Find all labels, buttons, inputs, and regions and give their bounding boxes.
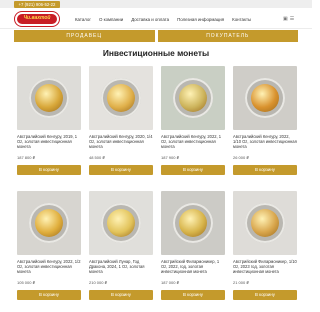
coin-icon	[101, 78, 141, 118]
product-name[interactable]: Австралийский Кенгуру, 2022, 1/10 Oz, зо…	[233, 134, 297, 150]
logo-text: Чи.вахтой	[23, 15, 51, 21]
add-to-cart-button[interactable]: В корзину	[89, 165, 153, 175]
menu-icon[interactable]: ☰	[290, 17, 294, 22]
coin-face	[251, 209, 279, 237]
product-name[interactable]: Австрийский Филармоникер, 1 Oz, 2022, го…	[161, 259, 225, 275]
product-image[interactable]	[161, 66, 225, 130]
coin-face	[179, 84, 207, 112]
coin-face	[35, 209, 63, 237]
header: Чи.вахтой Каталог О компании Доставка и …	[0, 8, 312, 29]
coin-icon	[29, 78, 69, 118]
coin-face	[107, 209, 135, 237]
product-image[interactable]	[89, 66, 153, 130]
coin-icon	[29, 203, 69, 243]
tab-buyer[interactable]: ПОКУПАТЕЛЬ	[157, 30, 298, 42]
nav-item-delivery[interactable]: Доставка и оплата	[131, 17, 169, 22]
logo[interactable]: Чи.вахтой	[14, 11, 60, 27]
top-bar: +7 (921) 906-52-22	[0, 0, 312, 8]
cart-icon[interactable]: ▣	[283, 17, 288, 22]
product-name[interactable]: Австрийский Филармоникер, 1/10 Oz, 2023 …	[233, 259, 297, 275]
product-name[interactable]: Австралийский Кенгуру, 2019, 1 Oz, золот…	[17, 134, 81, 150]
coin-icon	[173, 78, 213, 118]
nav-item-about[interactable]: О компании	[99, 17, 123, 22]
coin-icon	[245, 203, 285, 243]
product-image[interactable]	[233, 191, 297, 255]
product-name[interactable]: Австралийский Кенгуру, 2022, 1 Oz, золот…	[161, 134, 225, 150]
role-tabs: ПРОДАВЕЦ ПОКУПАТЕЛЬ	[14, 30, 298, 42]
product-price: 210 000 ₽	[89, 280, 108, 285]
product-price: 48 500 ₽	[89, 155, 105, 160]
coin-icon	[245, 78, 285, 118]
coin-icon	[101, 203, 141, 243]
nav-item-info[interactable]: Полезная информация	[177, 17, 224, 22]
product-price: 105 000 ₽	[17, 280, 36, 285]
add-to-cart-button[interactable]: В корзину	[17, 165, 81, 175]
nav-item-catalog[interactable]: Каталог	[75, 17, 91, 22]
product-name[interactable]: Австралийский Кенгуру, 2020, 1/4 Oz, зол…	[89, 134, 153, 150]
add-to-cart-button[interactable]: В корзину	[233, 290, 297, 300]
coin-face	[179, 209, 207, 237]
add-to-cart-button[interactable]: В корзину	[89, 290, 153, 300]
add-to-cart-button[interactable]: В корзину	[161, 165, 225, 175]
product-name[interactable]: Австралийский Кенгуру, 2022, 1/2 Oz, зол…	[17, 259, 81, 275]
page-title: Инвестиционные монеты	[102, 48, 210, 58]
product-price: 21 000 ₽	[233, 280, 249, 285]
product-price: 26 000 ₽	[233, 155, 249, 160]
main-nav: Каталог О компании Доставка и оплата Пол…	[75, 17, 251, 22]
coin-icon	[173, 203, 213, 243]
product-image[interactable]	[161, 191, 225, 255]
tab-seller[interactable]: ПРОДАВЕЦ	[14, 30, 155, 42]
coin-face	[107, 84, 135, 112]
add-to-cart-button[interactable]: В корзину	[233, 165, 297, 175]
product-name[interactable]: Австралийский Лунар, Год Дракона, 2024, …	[89, 259, 153, 275]
product-image[interactable]	[17, 66, 81, 130]
product-price: 187 000 ₽	[161, 280, 180, 285]
nav-item-contacts[interactable]: Контакты	[232, 17, 251, 22]
product-price: 187 800 ₽	[17, 155, 36, 160]
phone-button[interactable]: +7 (921) 906-52-22	[14, 1, 60, 8]
product-image[interactable]	[233, 66, 297, 130]
coin-face	[35, 84, 63, 112]
add-to-cart-button[interactable]: В корзину	[17, 290, 81, 300]
product-price: 187 900 ₽	[161, 155, 180, 160]
product-image[interactable]	[89, 191, 153, 255]
product-image[interactable]	[17, 191, 81, 255]
add-to-cart-button[interactable]: В корзину	[161, 290, 225, 300]
header-icons: ▣ ☰	[283, 17, 294, 22]
coin-face	[251, 84, 279, 112]
